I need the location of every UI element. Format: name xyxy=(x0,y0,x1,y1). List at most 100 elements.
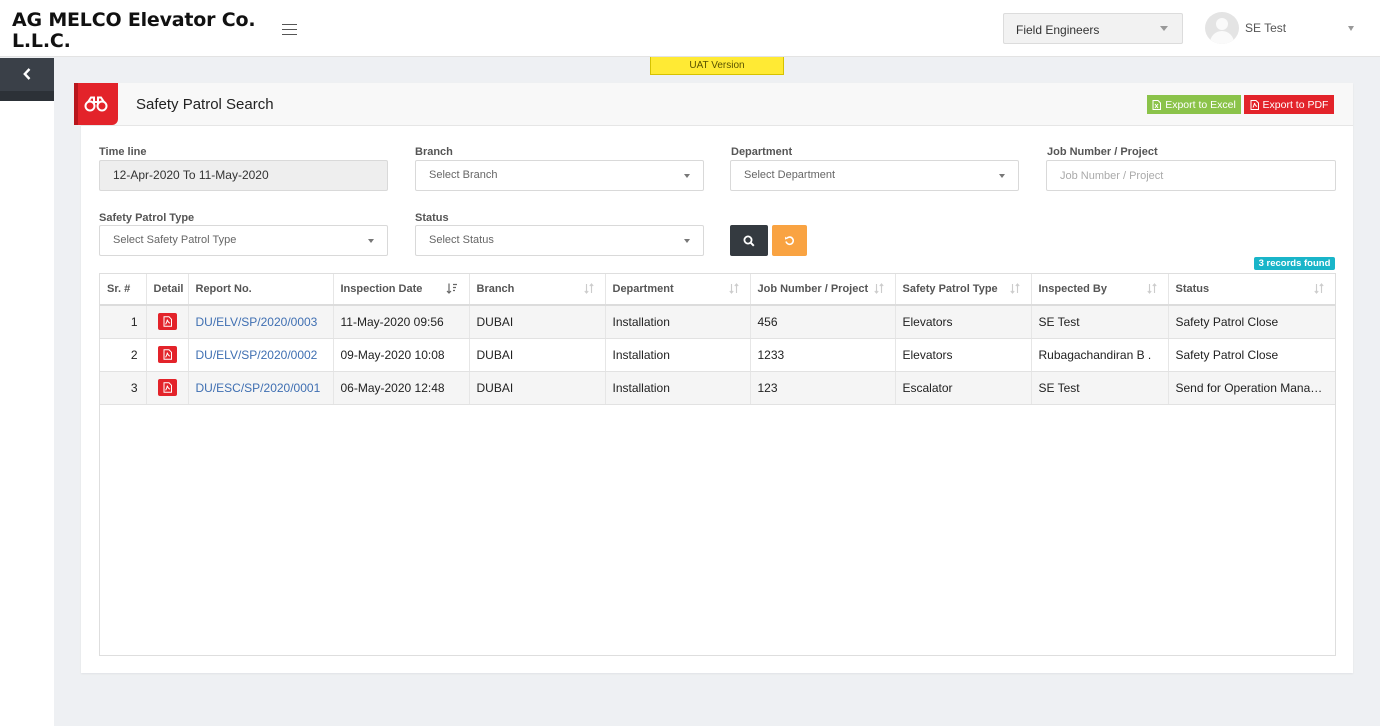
file-pdf-icon xyxy=(1250,99,1259,110)
chevron-down-icon xyxy=(999,174,1005,178)
cell-status: Send for Operation Manager Approval xyxy=(1168,371,1335,405)
cell-branch: DUBAI xyxy=(469,338,606,372)
cell-report-no: DU/ELV/SP/2020/0002 xyxy=(188,338,334,372)
sort-icon xyxy=(583,283,594,294)
cell-inspection-date: 09-May-2020 10:08 xyxy=(333,338,470,372)
status-select-value: Select Status xyxy=(429,234,494,246)
column-header-label: Branch xyxy=(476,283,515,295)
cell-patrol-type: Elevators xyxy=(895,338,1032,372)
role-select[interactable]: Field Engineers xyxy=(1003,13,1183,44)
export-excel-label: Export to Excel xyxy=(1165,98,1236,111)
column-header-detail: Detail xyxy=(146,274,189,306)
export-pdf-label: Export to PDF xyxy=(1262,98,1329,111)
cell-status: Safety Patrol Close xyxy=(1168,305,1335,339)
status-label: Status xyxy=(415,212,449,224)
chevron-down-icon xyxy=(684,174,690,178)
column-header-label: Sr. # xyxy=(107,283,131,295)
binoculars-icon xyxy=(84,96,108,112)
role-select-value: Field Engineers xyxy=(1016,23,1100,37)
cell-sr: 1 xyxy=(100,305,147,339)
patrol-type-label: Safety Patrol Type xyxy=(99,212,195,224)
chevron-down-icon xyxy=(684,239,690,243)
results-table: Sr. # Detail Report No. Inspection Date … xyxy=(99,273,1336,656)
export-pdf-button[interactable]: Export to PDF xyxy=(1244,95,1334,114)
sort-icon xyxy=(873,283,884,294)
search-button[interactable] xyxy=(730,225,768,256)
card-header: Safety Patrol Search Export to Excel Exp… xyxy=(74,83,1353,126)
cell-job-number: 123 xyxy=(750,371,896,405)
report-link[interactable]: DU/ELV/SP/2020/0002 xyxy=(196,348,318,362)
column-header-label: Status xyxy=(1175,283,1210,295)
cell-patrol-type: Elevators xyxy=(895,305,1032,339)
branch-label: Branch xyxy=(415,146,453,158)
company-logo-text: AG MELCO Elevator Co. L.L.C. xyxy=(12,9,256,52)
table-row: 1 DU/ELV/SP/2020/0003 11-May-2020 09:56 … xyxy=(100,305,1335,339)
job-number-label: Job Number / Project xyxy=(1047,146,1158,158)
column-header-label: Safety Patrol Type xyxy=(902,283,998,295)
patrol-type-select[interactable]: Select Safety Patrol Type xyxy=(99,225,388,256)
report-link[interactable]: DU/ESC/SP/2020/0001 xyxy=(196,381,321,395)
job-number-input[interactable] xyxy=(1046,160,1336,191)
department-select[interactable]: Select Department xyxy=(730,160,1019,191)
pdf-detail-icon[interactable] xyxy=(157,313,177,331)
column-header-department[interactable]: Department xyxy=(605,274,751,306)
column-header-patrol-type[interactable]: Safety Patrol Type xyxy=(895,274,1032,306)
chevron-left-icon xyxy=(23,68,31,80)
cell-report-no: DU/ELV/SP/2020/0003 xyxy=(188,305,334,339)
file-excel-icon xyxy=(1152,99,1162,110)
records-found-badge: 3 records found xyxy=(1254,257,1335,270)
cell-detail xyxy=(146,305,189,339)
search-card: Safety Patrol Search Export to Excel Exp… xyxy=(74,83,1353,673)
column-header-report-no[interactable]: Report No. xyxy=(188,274,334,306)
table-row: 3 DU/ESC/SP/2020/0001 06-May-2020 12:48 … xyxy=(100,371,1335,405)
timeline-field[interactable]: 12-Apr-2020 To 11-May-2020 xyxy=(99,160,388,191)
column-header-sr[interactable]: Sr. # xyxy=(100,274,147,306)
pdf-detail-icon[interactable] xyxy=(157,346,177,363)
user-menu[interactable]: SE Test xyxy=(1205,12,1365,44)
sort-icon xyxy=(728,283,739,294)
column-header-label: Detail xyxy=(153,283,184,295)
cell-inspected-by: SE Test xyxy=(1031,305,1169,339)
sidebar-toggle-button[interactable] xyxy=(0,58,54,91)
department-label: Department xyxy=(731,146,793,158)
column-header-job-number[interactable]: Job Number / Project xyxy=(750,274,896,306)
page-title: Safety Patrol Search xyxy=(136,96,274,113)
column-header-inspected-by[interactable]: Inspected By xyxy=(1031,274,1169,306)
branch-select-value: Select Branch xyxy=(429,169,498,181)
timeline-label: Time line xyxy=(99,146,147,158)
branch-select[interactable]: Select Branch xyxy=(415,160,704,191)
header-badge xyxy=(74,83,118,125)
cell-detail xyxy=(146,338,189,372)
column-header-label: Inspected By xyxy=(1038,283,1107,295)
chevron-down-icon xyxy=(368,239,374,243)
patrol-type-select-value: Select Safety Patrol Type xyxy=(113,234,237,246)
top-bar: AG MELCO Elevator Co. L.L.C. Field Engin… xyxy=(0,0,1380,57)
column-header-inspection-date[interactable]: Inspection Date xyxy=(333,274,470,306)
cell-inspection-date: 06-May-2020 12:48 xyxy=(333,371,470,405)
cell-branch: DUBAI xyxy=(469,305,606,339)
column-header-label: Job Number / Project xyxy=(757,283,869,295)
column-header-branch[interactable]: Branch xyxy=(469,274,606,306)
reset-button[interactable] xyxy=(772,225,807,256)
menu-icon[interactable] xyxy=(282,24,297,35)
cell-department: Installation xyxy=(605,371,751,405)
column-header-label: Inspection Date xyxy=(340,283,423,295)
cell-job-number: 1233 xyxy=(750,338,896,372)
department-select-value: Select Department xyxy=(744,169,836,181)
column-header-label: Department xyxy=(612,283,674,295)
sidebar xyxy=(0,58,54,726)
table-row: 2 DU/ELV/SP/2020/0002 09-May-2020 10:08 … xyxy=(100,338,1335,372)
cell-sr: 3 xyxy=(100,371,147,405)
chevron-down-icon xyxy=(1348,26,1354,31)
reset-icon xyxy=(785,236,794,246)
sort-icon xyxy=(1009,283,1020,294)
cell-patrol-type: Escalator xyxy=(895,371,1032,405)
export-excel-button[interactable]: Export to Excel xyxy=(1147,95,1241,114)
cell-inspected-by: SE Test xyxy=(1031,371,1169,405)
pdf-detail-icon[interactable] xyxy=(157,379,177,396)
column-header-status[interactable]: Status xyxy=(1168,274,1335,306)
report-link[interactable]: DU/ELV/SP/2020/0003 xyxy=(196,315,318,329)
cell-job-number: 456 xyxy=(750,305,896,339)
cell-branch: DUBAI xyxy=(469,371,606,405)
status-select[interactable]: Select Status xyxy=(415,225,704,256)
